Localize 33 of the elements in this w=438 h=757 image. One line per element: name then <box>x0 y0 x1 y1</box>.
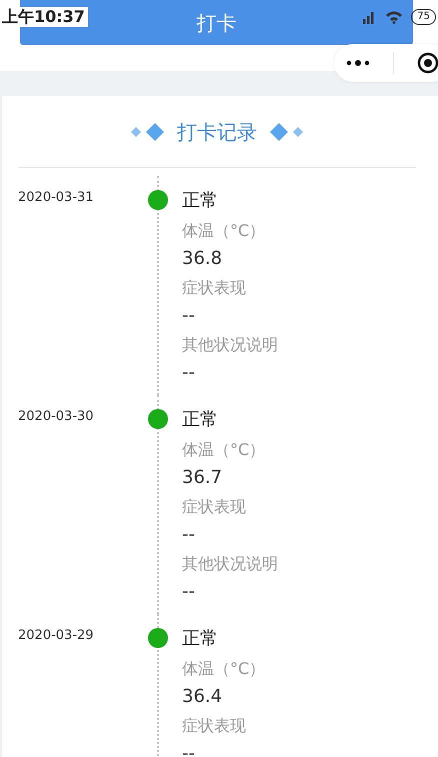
page-title: 打卡 <box>196 10 236 36</box>
field-value: -- <box>182 361 196 385</box>
wifi-icon <box>385 10 404 24</box>
close-icon[interactable] <box>416 52 438 74</box>
record-status: 正常 <box>182 408 219 432</box>
field-label: 体温（°C） <box>182 439 266 461</box>
field-value: 36.4 <box>182 685 224 709</box>
more-icon[interactable] <box>346 59 370 67</box>
field-value: -- <box>182 304 196 328</box>
field-label: 其他状况说明 <box>182 334 279 356</box>
field-value: -- <box>182 742 196 757</box>
field-label: 症状表现 <box>182 715 247 737</box>
field-label: 体温（°C） <box>182 220 266 242</box>
field-label: 症状表现 <box>182 277 247 299</box>
field-label: 体温（°C） <box>182 658 266 680</box>
status-time: 上午10:37 <box>2 7 88 27</box>
record-date: 2020-03-29 <box>18 627 95 645</box>
field-value: 36.8 <box>182 247 224 271</box>
field-label: 其他状况说明 <box>182 553 279 575</box>
field-value: 36.7 <box>182 466 224 490</box>
capsule-menu[interactable] <box>334 44 438 82</box>
field-label: 症状表现 <box>182 496 247 518</box>
battery-indicator: 75 <box>411 9 436 25</box>
record-date: 2020-03-30 <box>18 408 95 426</box>
record-status: 正常 <box>182 627 219 651</box>
field-value: -- <box>182 580 196 604</box>
record-status: 正常 <box>182 189 219 213</box>
status-dot <box>148 628 168 648</box>
status-dot <box>148 190 168 210</box>
status-dot <box>148 409 168 429</box>
section-title: 打卡记录 <box>177 118 257 146</box>
field-value: -- <box>182 523 196 547</box>
record-date: 2020-03-31 <box>18 189 95 207</box>
